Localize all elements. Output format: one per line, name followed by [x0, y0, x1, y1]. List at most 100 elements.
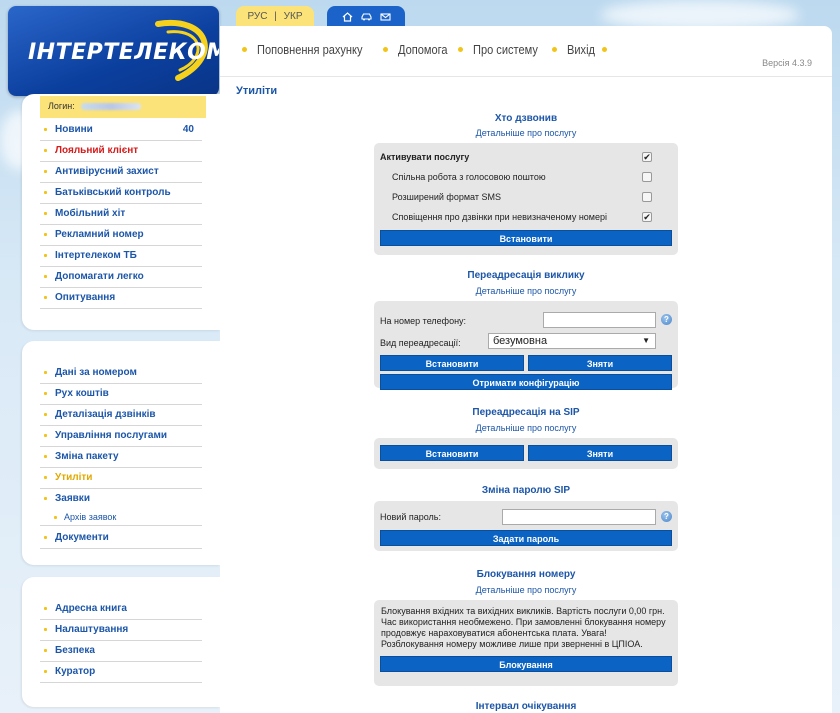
who-calls-set-button[interactable]: Встановити: [380, 230, 672, 246]
lang-separator: |: [274, 11, 277, 22]
sms-format-option-row: Розширений формат SMS: [380, 187, 672, 207]
sidebar-item-requests-archive[interactable]: Архів заявок: [40, 510, 202, 526]
version-label: Версія 4.3.9: [762, 58, 812, 68]
home-icon[interactable]: [342, 12, 353, 22]
activate-service-row: Активувати послугу ✔: [380, 147, 672, 167]
sms-format-option-checkbox[interactable]: [642, 192, 652, 202]
sms-format-option-label: Розширений формат SMS: [392, 192, 501, 202]
sidebar-item-requests[interactable]: Заявки: [40, 489, 202, 510]
forward-box: На номер телефону: ? Вид переадресації: …: [374, 301, 678, 390]
forward-type-select[interactable]: безумовна ▼: [488, 333, 656, 349]
block-title: Блокування номеру: [476, 569, 576, 580]
news-count-badge: 40: [182, 124, 194, 135]
language-switcher: РУС | УКР: [236, 6, 314, 28]
voicemail-option-row: Спільна робота з голосовою поштою: [380, 167, 672, 187]
nav-bullet: [383, 47, 389, 52]
sidebar-item-money-flow[interactable]: Рух коштів: [40, 384, 202, 405]
activate-service-label: Активувати послугу: [380, 152, 470, 162]
forward-details-link[interactable]: Детальніше про послугу: [220, 286, 832, 296]
page-title: Утиліти: [236, 85, 278, 97]
sidebar-item-settings[interactable]: Налаштування: [40, 620, 202, 641]
sip-password-set-button[interactable]: Задати пароль: [380, 530, 672, 546]
car-icon[interactable]: [360, 12, 372, 22]
sidebar-item-survey[interactable]: Опитування: [40, 288, 202, 309]
sidebar-item-address-book[interactable]: Адресна книга: [40, 599, 202, 620]
sidebar-menu-settings: Адресна книга Налаштування Безпека Курат…: [40, 599, 202, 683]
mail-icon[interactable]: [379, 12, 391, 22]
wait-interval-title: Інтервал очікування: [475, 701, 577, 712]
voicemail-option-checkbox[interactable]: [642, 172, 652, 182]
nav-bullet: [551, 47, 557, 52]
login-label: Логин:: [48, 101, 75, 111]
nav-help[interactable]: Допомога: [398, 42, 448, 57]
unknown-number-option-label: Сповіщення про дзвінки при невизначеному…: [392, 212, 607, 222]
sidebar-item-number-data[interactable]: Дані за номером: [40, 363, 202, 384]
main-content: Утиліти Хто дзвонив Детальніше про послу…: [220, 76, 832, 713]
sidebar-item-documents[interactable]: Документи: [40, 528, 202, 549]
sip-password-form: Новий пароль: ?: [380, 507, 672, 529]
unknown-number-option-row: Сповіщення про дзвінки при невизначеному…: [380, 207, 672, 227]
block-button[interactable]: Блокування: [380, 656, 672, 672]
lang-uk-link[interactable]: УКР: [284, 11, 303, 22]
sip-forward-remove-button[interactable]: Зняти: [528, 445, 672, 461]
nav-bullet: [458, 47, 464, 52]
sip-forward-title: Переадресація на SIP: [472, 407, 580, 418]
sidebar-item-curator[interactable]: Куратор: [40, 662, 202, 683]
sidebar-item-change-package[interactable]: Зміна пакету: [40, 447, 202, 468]
activate-service-checkbox[interactable]: ✔: [642, 152, 652, 162]
forward-remove-button[interactable]: Зняти: [528, 355, 672, 371]
login-value-blurred: [80, 103, 141, 111]
nav-bullet: [242, 47, 247, 52]
sip-password-label: Новий пароль:: [380, 512, 441, 522]
forward-set-button[interactable]: Встановити: [380, 355, 524, 371]
sidebar-item-loyal-client[interactable]: Лояльний клієнт: [40, 141, 202, 162]
sip-forward-buttons: Встановити Зняти: [380, 445, 672, 461]
logo[interactable]: ІНТЕРТЕЛЕКОМ: [8, 6, 219, 96]
quick-icons-bar: [327, 6, 405, 28]
sidebar-item-antivirus[interactable]: Антивірусний захист: [40, 162, 202, 183]
voicemail-option-label: Спільна робота з голосовою поштою: [392, 172, 546, 182]
nav-about[interactable]: Про систему: [473, 42, 538, 57]
sidebar-item-security[interactable]: Безпека: [40, 641, 202, 662]
lang-ru-link[interactable]: РУС: [247, 11, 267, 22]
sidebar-menu-account: Дані за номером Рух коштів Деталізація д…: [40, 363, 202, 549]
nav-logout[interactable]: Вихід: [567, 42, 595, 57]
forward-phone-help-icon[interactable]: ?: [661, 314, 672, 325]
logo-text: ІНТЕРТЕЛЕКОМ: [28, 40, 219, 65]
forward-buttons: Встановити Зняти: [380, 355, 672, 371]
sidebar-item-news[interactable]: Новини 40: [40, 120, 202, 141]
sip-forward-details-link[interactable]: Детальніше про послугу: [220, 423, 832, 433]
forward-type-label: Вид переадресації:: [380, 338, 461, 348]
sidebar-item-ad-number[interactable]: Рекламний номер: [40, 225, 202, 246]
login-bar: Логин:: [40, 96, 206, 118]
block-details-link[interactable]: Детальніше про послугу: [220, 585, 832, 595]
sidebar-menu-main: Новини 40 Лояльний клієнт Антивірусний за…: [40, 120, 202, 309]
sip-forward-box: Встановити Зняти: [374, 438, 678, 469]
sidebar-item-parental-control[interactable]: Батьківський контроль: [40, 183, 202, 204]
sidebar-item-help-easy[interactable]: Допомагати легко: [40, 267, 202, 288]
nav-top-up[interactable]: Поповнення рахунку: [257, 42, 363, 57]
header-panel: Поповнення рахунку Допомога Про систему …: [220, 26, 832, 76]
who-calls-title: Хто дзвонив: [494, 113, 558, 124]
sidebar-item-mobile-hit[interactable]: Мобільний хіт: [40, 204, 202, 225]
who-calls-details-link[interactable]: Детальніше про послугу: [220, 128, 832, 138]
unknown-number-option-checkbox[interactable]: ✔: [642, 212, 652, 222]
sip-password-box: Новий пароль: ? Задати пароль: [374, 501, 678, 551]
forward-get-config-button[interactable]: Отримати конфігурацію: [380, 374, 672, 390]
sidebar-item-service-management[interactable]: Управління послугами: [40, 426, 202, 447]
sidebar-item-call-details[interactable]: Деталізація дзвінків: [40, 405, 202, 426]
sip-password-title: Зміна паролю SIP: [481, 485, 571, 496]
forward-phone-input[interactable]: [543, 312, 656, 328]
forward-type-value: безумовна: [493, 335, 548, 347]
who-calls-box: Активувати послугу ✔ Спільна робота з го…: [374, 143, 678, 255]
sidebar-item-utilities[interactable]: Утиліти: [40, 468, 202, 489]
sip-password-input[interactable]: [502, 509, 656, 525]
block-box: Блокування вхідних та вихідних викликів.…: [374, 600, 678, 686]
sip-forward-set-button[interactable]: Встановити: [380, 445, 524, 461]
sip-password-help-icon[interactable]: ?: [661, 511, 672, 522]
sidebar-item-intertelecom-tv[interactable]: Інтертелеком ТБ: [40, 246, 202, 267]
forward-phone-label: На номер телефону:: [380, 316, 467, 326]
nav-bullet: [601, 47, 607, 52]
chevron-down-icon: ▼: [642, 336, 650, 345]
top-navigation: Поповнення рахунку Допомога Про систему …: [232, 42, 617, 57]
